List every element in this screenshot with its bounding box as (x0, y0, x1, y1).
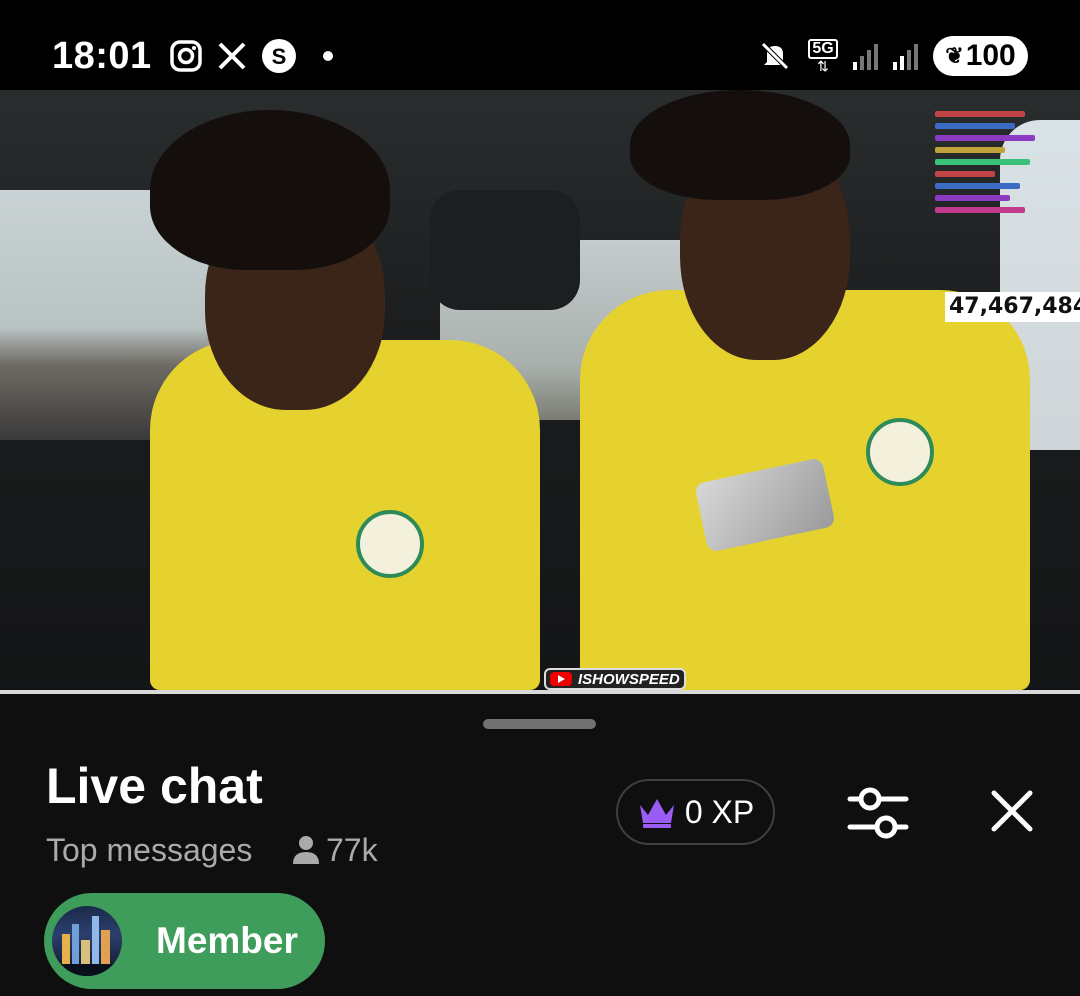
sliders-icon (847, 787, 909, 839)
member-avatar (52, 906, 122, 976)
signal-icon (850, 38, 882, 74)
video-player[interactable]: 47,467,484 ISHOWSPEED (0, 90, 1080, 690)
chat-mode-selector[interactable]: Top messages (46, 830, 252, 870)
close-chat-button[interactable] (986, 785, 1038, 837)
close-icon (991, 790, 1033, 832)
member-button[interactable]: Member (44, 893, 325, 989)
xp-button[interactable]: 0 XP (616, 779, 775, 845)
x-icon (216, 38, 248, 74)
crown-icon (639, 799, 674, 828)
battery-saver-icon: ❦ (945, 43, 964, 68)
seat-headrest (430, 190, 580, 310)
chat-viewer-count: 77k (292, 830, 378, 870)
battery-level: 100 (965, 39, 1016, 72)
person-right-hair (630, 90, 850, 200)
stream-chat-overlay (935, 105, 1055, 295)
video-progress-bar[interactable] (0, 690, 1080, 694)
svg-text:S: S (272, 44, 287, 69)
chat-title: Live chat (46, 758, 263, 814)
dot-icon (318, 38, 338, 74)
channel-watermark: ISHOWSPEED (544, 668, 686, 690)
person-right-badge (866, 418, 934, 486)
channel-watermark-text: ISHOWSPEED (578, 670, 680, 688)
5g-icon: 5G ⇅ (806, 38, 840, 74)
status-bar: 18:01 S 5G ⇅ ❦ 100 (0, 0, 1080, 90)
signal-icon-2 (890, 38, 922, 74)
person-icon (293, 836, 319, 864)
stream-viewer-overlay: 47,467,484 (945, 292, 1080, 322)
network-label: 5G (808, 39, 838, 59)
member-button-label: Member (156, 920, 298, 961)
mute-icon (758, 38, 792, 74)
chat-filter-button[interactable] (846, 783, 910, 843)
xp-label: 0 XP (684, 793, 755, 830)
battery-indicator: ❦ 100 (933, 36, 1028, 76)
person-left-badge (356, 510, 424, 578)
person-left-hair (150, 110, 390, 270)
status-time: 18:01 (52, 35, 152, 77)
live-chat-panel: Live chat Top messages 77k 0 XP Member (0, 697, 1080, 996)
instagram-icon (168, 38, 204, 74)
viewer-count-text: 77k (326, 832, 378, 868)
youtube-icon (550, 672, 572, 686)
drag-handle[interactable] (483, 719, 596, 729)
threads-icon: S (260, 38, 298, 74)
